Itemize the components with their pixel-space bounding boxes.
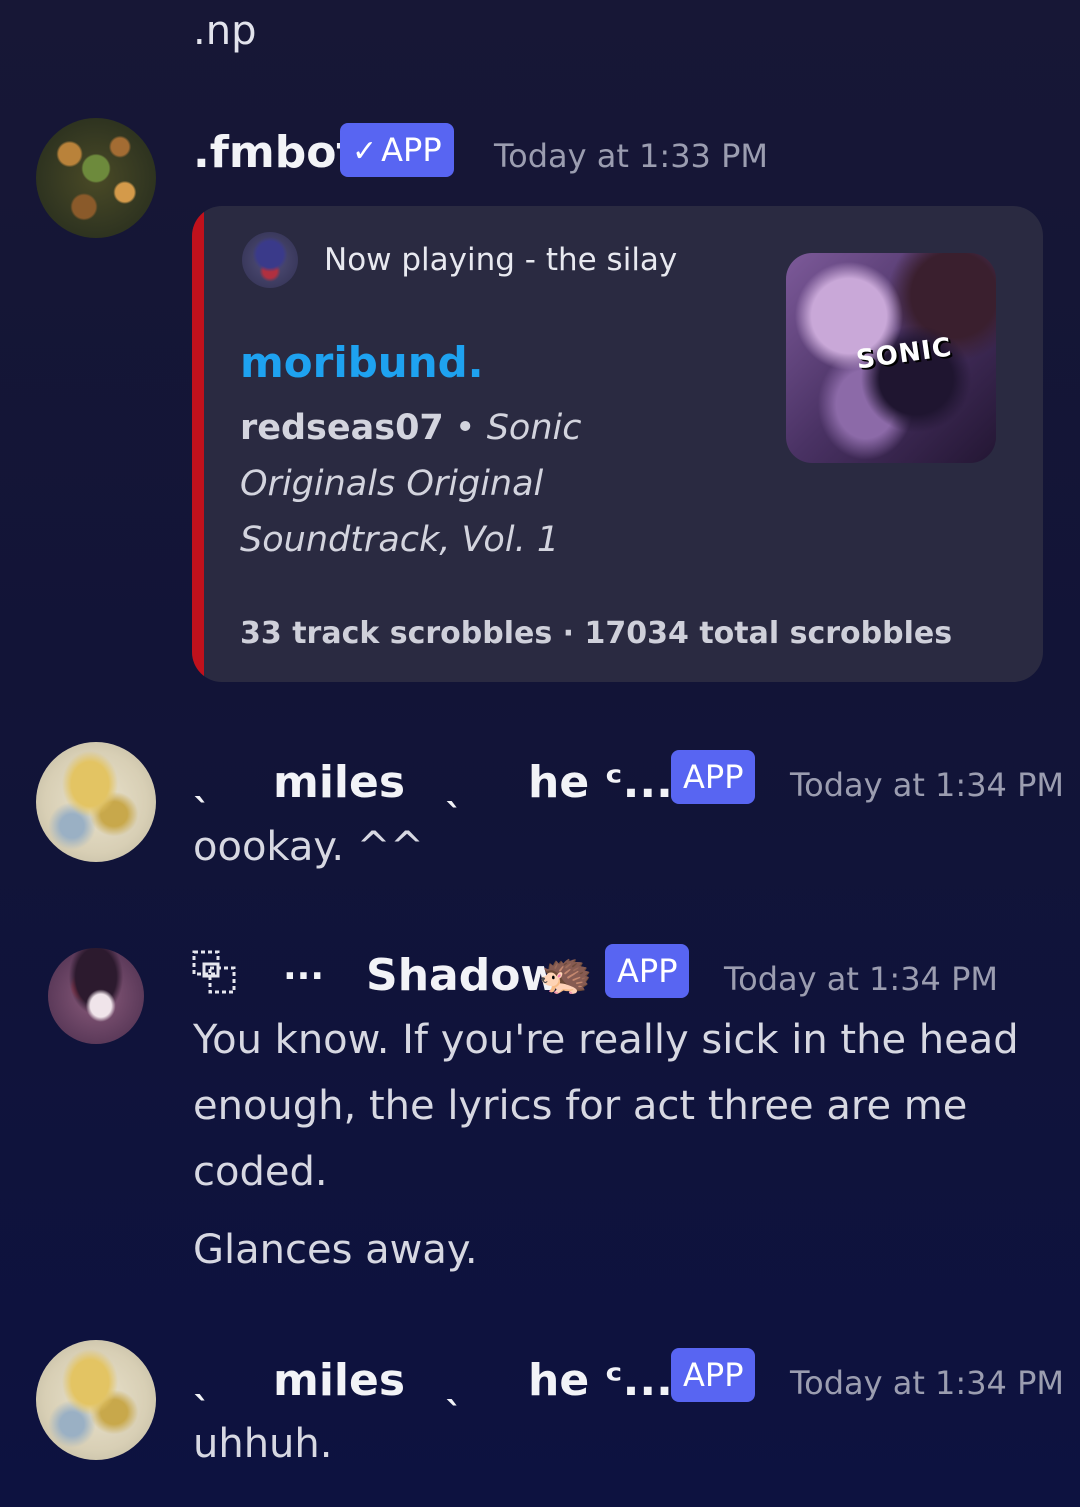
app-badge: APP — [605, 944, 690, 998]
avatar[interactable] — [36, 742, 156, 862]
avatar[interactable] — [36, 1340, 156, 1460]
app-badge: APP — [671, 750, 756, 804]
album-cover-thumbnail[interactable]: SONIC — [786, 253, 996, 463]
username[interactable]: miles — [273, 757, 405, 809]
embed-author: Now playing - the silay — [324, 242, 678, 278]
username-decoration: ˎ — [193, 1360, 211, 1401]
fold-box-icon — [192, 950, 236, 994]
timestamp: Today at 1:34 PM — [790, 1364, 1064, 1402]
timestamp: Today at 1:34 PM — [724, 960, 998, 998]
message-text: uhhuh. — [193, 1421, 333, 1467]
message-text: Glances away. — [193, 1227, 478, 1273]
username-decoration: ˎ — [445, 1365, 463, 1406]
embed-footer: 33 track scrobbles · 17034 total scrobbl… — [240, 616, 953, 651]
username-suffix[interactable]: he ᶜ... — [528, 757, 673, 809]
now-playing-embed: Now playing - the silay moribund. redsea… — [192, 206, 1043, 682]
avatar[interactable] — [48, 948, 144, 1044]
album-cover-logo: SONIC — [854, 332, 954, 376]
hedgehog-emoji: 🦔 — [538, 948, 593, 999]
separator: • — [454, 408, 476, 448]
username[interactable]: miles — [273, 1355, 405, 1407]
username-decoration: ··· — [283, 956, 325, 997]
username-decoration: ˎ — [445, 767, 463, 808]
previous-message-text: .np — [193, 8, 257, 54]
app-badge: ✓ APP — [340, 123, 454, 177]
app-badge: APP — [671, 1348, 756, 1402]
verified-check-icon: ✓ — [352, 134, 378, 169]
message-text: You know. If you're really sick in the h… — [193, 1017, 1019, 1195]
username[interactable]: .fmbot — [193, 127, 357, 179]
username-decoration: ˎ — [193, 762, 211, 803]
username[interactable]: Shadow — [366, 950, 561, 1002]
timestamp: Today at 1:33 PM — [494, 137, 768, 175]
badge-label: APP — [381, 131, 442, 169]
embed-author-avatar — [242, 232, 298, 288]
username-suffix[interactable]: he ᶜ... — [528, 1355, 673, 1407]
avatar[interactable] — [36, 118, 156, 238]
message-text: oookay. ^^ — [193, 824, 424, 870]
timestamp: Today at 1:34 PM — [790, 766, 1064, 804]
embed-title-link[interactable]: moribund. — [240, 336, 484, 390]
embed-accent-bar — [192, 206, 204, 682]
track-artist: redseas07 — [240, 408, 444, 448]
embed-description: redseas07 • Sonic Originals Original Sou… — [240, 400, 620, 568]
